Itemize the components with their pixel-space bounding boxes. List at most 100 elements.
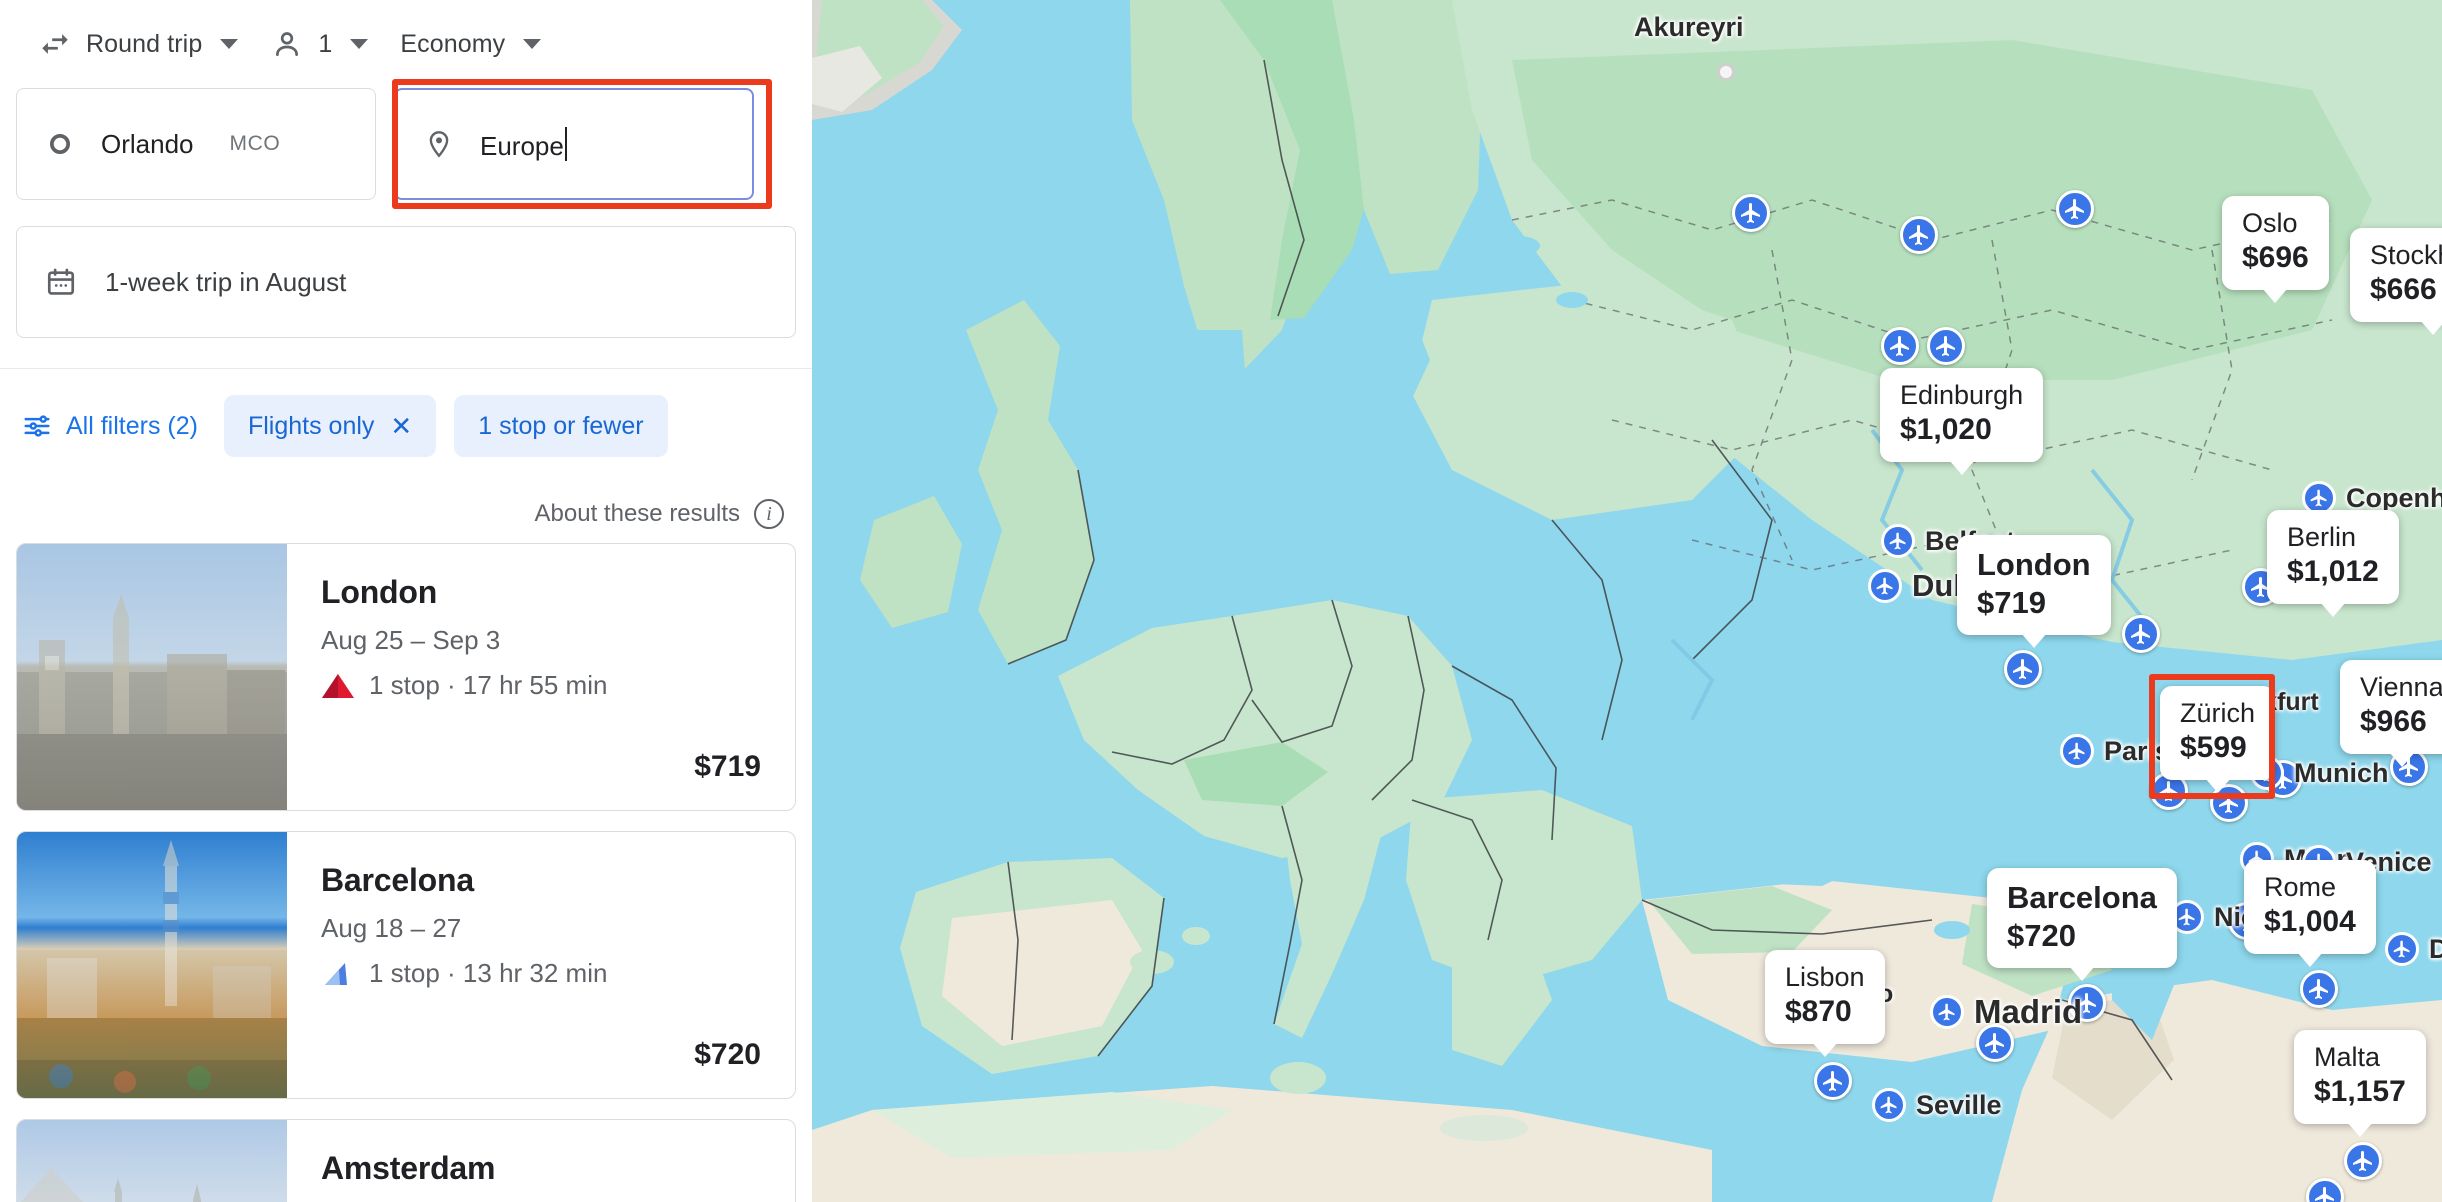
origin-field[interactable]: Orlando MCO	[16, 88, 376, 200]
result-dates: Aug 25 – Sep 3	[321, 625, 761, 656]
airport-pin[interactable]	[1814, 1062, 1852, 1100]
map-label-akureyri[interactable]: Akureyri	[1634, 12, 1744, 43]
map-city-name: Dubrovnik	[2429, 934, 2442, 965]
result-details: 1 stop · 13 hr 32 min	[369, 958, 607, 989]
result-card-body: London Aug 25 – Sep 3 1 stop · 17 hr 55 …	[287, 544, 795, 810]
close-icon[interactable]: ✕	[390, 413, 412, 439]
airport-pin[interactable]	[1732, 194, 1770, 232]
origin-airport-code: MCO	[230, 132, 281, 156]
destination-input[interactable]: Europe	[480, 127, 567, 162]
filters-row: All filters (2) Flights only ✕ 1 stop or…	[0, 368, 812, 481]
bubble-price: $720	[2007, 917, 2157, 955]
price-bubble-lisbon[interactable]: Lisbon $870	[1765, 950, 1885, 1044]
chevron-down-icon	[220, 39, 238, 49]
map-city-name: Madrid	[1974, 993, 2082, 1031]
bubble-city: Edinburgh	[1900, 380, 2023, 412]
bubble-price: $599	[2180, 730, 2255, 767]
price-bubble-vienna[interactable]: Vienna $966	[2340, 660, 2442, 754]
price-bubble-barcelona[interactable]: Barcelona $720	[1987, 868, 2177, 968]
price-bubble-stockholm[interactable]: Stockholm $666	[2350, 228, 2442, 322]
map-basemap	[812, 0, 2442, 1202]
bubble-price: $966	[2360, 704, 2442, 741]
bubble-city: Barcelona	[2007, 880, 2157, 917]
map-label-dubrovnik[interactable]: Dubrovnik	[2385, 932, 2442, 966]
info-icon[interactable]: i	[754, 499, 784, 529]
result-itinerary: 1 stop · 13 hr 32 min	[321, 958, 761, 989]
result-card-barcelona[interactable]: Barcelona Aug 18 – 27 1 stop · 13 hr 32 …	[16, 831, 796, 1099]
filter-chip-label: 1 stop or fewer	[478, 412, 643, 441]
date-value: 1-week trip in August	[105, 267, 346, 298]
filter-chip-label: Flights only	[248, 412, 374, 441]
airport-pin[interactable]	[2004, 650, 2042, 688]
airport-pin[interactable]	[2344, 1142, 2382, 1180]
destination-thumbnail	[17, 832, 287, 1098]
search-panel: Round trip 1 Economy Orlando	[0, 0, 812, 1202]
airport-pin[interactable]	[1881, 327, 1919, 365]
destination-map[interactable]: Akureyri Saint Petersburg Copenhagen Bel…	[812, 0, 2442, 1202]
airport-pin[interactable]	[1927, 327, 1965, 365]
bubble-city: Berlin	[2287, 522, 2379, 554]
bubble-city: Zürich	[2180, 698, 2255, 730]
price-bubble-zurich[interactable]: Zürich $599	[2160, 686, 2275, 780]
map-label-seville[interactable]: Seville	[1872, 1088, 2002, 1122]
grey-dot-icon	[1717, 63, 1735, 81]
text-cursor	[565, 127, 567, 161]
bubble-city: Rome	[2264, 872, 2356, 904]
bubble-city: Stockholm	[2370, 240, 2442, 272]
destination-value: Europe	[480, 131, 564, 161]
chevron-down-icon	[523, 39, 541, 49]
result-itinerary: 1 stop · 17 hr 55 min	[321, 670, 761, 701]
trip-type-selector[interactable]: Round trip	[22, 14, 254, 74]
tune-icon	[22, 411, 52, 441]
airport-pin[interactable]	[2056, 190, 2094, 228]
pin-dot-icon	[2060, 734, 2094, 768]
swap-icon	[38, 27, 72, 61]
destination-field[interactable]: Europe	[394, 88, 754, 200]
delta-logo-icon	[321, 671, 355, 701]
about-these-results[interactable]: About these results i	[0, 481, 812, 543]
origin-value: Orlando	[101, 129, 194, 160]
airport-pin[interactable]	[2300, 970, 2338, 1008]
trip-type-label: Round trip	[86, 30, 202, 59]
map-city-name: Munich	[2294, 758, 2389, 789]
map-city-name: Copenhagen	[2346, 483, 2442, 514]
price-bubble-malta[interactable]: Malta $1,157	[2294, 1030, 2426, 1124]
map-city-name: Seville	[1916, 1090, 2002, 1121]
destination-thumbnail	[17, 544, 287, 810]
place-pin-icon	[424, 127, 454, 161]
price-bubble-london[interactable]: London $719	[1957, 535, 2111, 635]
date-field[interactable]: 1-week trip in August	[16, 226, 796, 338]
chevron-down-icon	[350, 39, 368, 49]
result-card-amsterdam[interactable]: Amsterdam	[16, 1119, 796, 1202]
bubble-city: Malta	[2314, 1042, 2406, 1074]
map-label-madrid[interactable]: Madrid	[1930, 993, 2082, 1031]
price-bubble-berlin[interactable]: Berlin $1,012	[2267, 510, 2399, 604]
filter-chip-stops[interactable]: 1 stop or fewer	[454, 395, 667, 457]
result-city: London	[321, 574, 761, 611]
result-details: 1 stop · 17 hr 55 min	[369, 670, 607, 701]
map-city-name: Akureyri	[1634, 12, 1744, 43]
price-bubble-edinburgh[interactable]: Edinburgh $1,020	[1880, 368, 2043, 462]
bubble-city: Vienna	[2360, 672, 2442, 704]
flights-explore-screen: Round trip 1 Economy Orlando	[0, 0, 2442, 1202]
passengers-selector[interactable]: 1	[254, 14, 384, 74]
result-card-london[interactable]: London Aug 25 – Sep 3 1 stop · 17 hr 55 …	[16, 543, 796, 811]
pin-dot-icon	[1872, 1088, 1906, 1122]
bubble-price: $1,004	[2264, 904, 2356, 941]
pin-dot-icon	[1930, 995, 1964, 1029]
airport-pin[interactable]	[2122, 615, 2160, 653]
filter-chip-flights-only[interactable]: Flights only ✕	[224, 395, 436, 457]
bubble-price: $719	[1977, 584, 2091, 622]
bubble-price: $1,012	[2287, 554, 2379, 591]
all-filters-button[interactable]: All filters (2)	[22, 411, 206, 441]
bubble-price: $870	[1785, 994, 1865, 1031]
map-label-paris[interactable]: Paris	[2060, 734, 2170, 768]
bubble-price: $1,020	[1900, 412, 2023, 449]
cabin-class-selector[interactable]: Economy	[384, 14, 557, 74]
pin-dot-icon	[1868, 569, 1902, 603]
bubble-price: $696	[2242, 240, 2309, 277]
price-bubble-rome[interactable]: Rome $1,004	[2244, 860, 2376, 954]
airport-pin[interactable]	[1900, 216, 1938, 254]
price-bubble-oslo[interactable]: Oslo $696	[2222, 196, 2329, 290]
trip-options-bar: Round trip 1 Economy	[0, 0, 812, 88]
